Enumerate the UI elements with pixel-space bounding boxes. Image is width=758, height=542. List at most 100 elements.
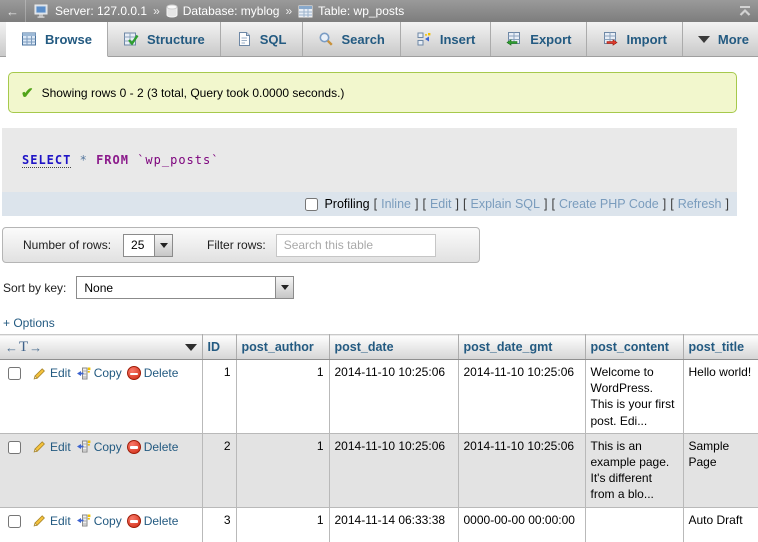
copy-icon	[76, 439, 91, 454]
column-header-post-content[interactable]: post_content	[585, 335, 683, 360]
column-header-post-date-gmt[interactable]: post_date_gmt	[458, 335, 585, 360]
delete-label: Delete	[144, 365, 179, 381]
cell-post-date: 2014-11-14 06:33:38	[329, 507, 458, 542]
copy-row-link[interactable]: Copy	[76, 365, 122, 381]
sort-row: Sort by key: None	[3, 276, 758, 299]
profiling-label: Profiling	[324, 197, 369, 211]
tab-insert[interactable]: Insert	[401, 22, 491, 56]
number-of-rows-value: 25	[124, 235, 154, 256]
cell-id: 3	[202, 507, 236, 542]
sql-table-identifier: `wp_posts`	[137, 153, 219, 167]
results-table: ← T → ID post_author post_date post_date…	[0, 334, 758, 542]
bracket: [	[463, 197, 466, 211]
tab-browse-label: Browse	[45, 32, 92, 47]
sort-by-key-value: None	[77, 277, 275, 298]
server-icon	[34, 4, 50, 18]
tab-export[interactable]: Export	[491, 22, 587, 56]
edit-row-link[interactable]: Edit	[32, 439, 71, 455]
breadcrumb-database[interactable]: Database: myblog	[166, 4, 280, 18]
tab-import[interactable]: Import	[587, 22, 682, 56]
cell-post-content	[585, 507, 683, 542]
profiling-checkbox[interactable]	[305, 198, 318, 211]
refresh-link[interactable]: Refresh	[678, 197, 722, 211]
cell-id: 1	[202, 360, 236, 434]
cell-post-date: 2014-11-10 10:25:06	[329, 360, 458, 434]
tab-browse[interactable]: Browse	[6, 22, 108, 57]
sort-by-key-select[interactable]: None	[76, 276, 294, 299]
delete-row-link[interactable]: Delete	[127, 365, 179, 381]
column-header-post-title[interactable]: post_title	[683, 335, 758, 360]
tab-search[interactable]: Search	[303, 22, 401, 56]
delete-label: Delete	[144, 513, 179, 529]
inline-link[interactable]: Inline	[381, 197, 411, 211]
number-of-rows-select[interactable]: 25	[123, 234, 173, 257]
sql-keyword-select[interactable]: SELECT	[22, 153, 71, 168]
explain-sql-link[interactable]: Explain SQL	[470, 197, 539, 211]
column-header-post-author[interactable]: post_author	[236, 335, 329, 360]
transform-icon: T	[19, 339, 28, 356]
move-column-left-icon[interactable]: ←	[5, 340, 18, 355]
edit-row-link[interactable]: Edit	[32, 513, 71, 529]
breadcrumb-server[interactable]: Server: 127.0.0.1	[34, 4, 147, 18]
cell-post-date-gmt: 2014-11-10 10:25:06	[458, 433, 585, 507]
tab-sql[interactable]: SQL	[221, 22, 303, 56]
import-icon	[602, 31, 618, 47]
number-of-rows-label: Number of rows:	[23, 238, 111, 252]
edit-label: Edit	[50, 439, 71, 455]
filter-rows-input[interactable]	[276, 234, 436, 257]
delete-label: Delete	[144, 439, 179, 455]
create-php-code-link[interactable]: Create PHP Code	[559, 197, 659, 211]
tab-more-label: More	[718, 32, 749, 47]
table-icon	[298, 5, 313, 18]
tab-import-label: Import	[626, 32, 666, 47]
cell-post-author: 1	[236, 433, 329, 507]
edit-query-link[interactable]: Edit	[430, 197, 452, 211]
bracket: [	[422, 197, 425, 211]
breadcrumb-database-label: Database: myblog	[183, 4, 280, 18]
row-checkbox[interactable]	[8, 441, 21, 454]
column-header-post-date[interactable]: post_date	[329, 335, 458, 360]
header-dropdown-icon[interactable]	[185, 344, 197, 351]
options-toggle-link[interactable]: + Options	[3, 316, 55, 330]
copy-row-link[interactable]: Copy	[76, 439, 122, 455]
search-icon	[318, 31, 334, 47]
delete-icon	[127, 514, 141, 528]
chevron-down-icon	[698, 36, 710, 43]
breadcrumb-table[interactable]: Table: wp_posts	[298, 4, 404, 18]
bracket: ]	[726, 197, 729, 211]
copy-label: Copy	[94, 513, 122, 529]
dropdown-arrow-icon	[154, 235, 172, 256]
tab-more[interactable]: More	[683, 22, 758, 56]
sql-keyword-from: FROM	[96, 153, 129, 167]
delete-row-link[interactable]: Delete	[127, 513, 179, 529]
filter-rows-label: Filter rows:	[207, 238, 266, 252]
edit-label: Edit	[50, 513, 71, 529]
edit-row-link[interactable]: Edit	[32, 365, 71, 381]
bracket: ]	[456, 197, 459, 211]
copy-row-link[interactable]: Copy	[76, 513, 122, 529]
cell-post-date-gmt: 0000-00-00 00:00:00	[458, 507, 585, 542]
copy-label: Copy	[94, 365, 122, 381]
pencil-icon	[32, 366, 47, 381]
row-checkbox[interactable]	[8, 515, 21, 528]
row-checkbox[interactable]	[8, 367, 21, 380]
delete-row-link[interactable]: Delete	[127, 439, 179, 455]
tab-sql-label: SQL	[260, 32, 287, 47]
delete-icon	[127, 366, 141, 380]
column-header-id[interactable]: ID	[202, 335, 236, 360]
bracket: ]	[663, 197, 666, 211]
table-header-row: ← T → ID post_author post_date post_date…	[0, 335, 758, 360]
rows-control-bar: Number of rows: 25 Filter rows:	[2, 227, 480, 263]
tab-search-label: Search	[342, 32, 385, 47]
dropdown-arrow-icon	[275, 277, 293, 298]
cell-post-content: Welcome to WordPress. This is your first…	[585, 360, 683, 434]
copy-label: Copy	[94, 439, 122, 455]
row-actions-cell: Edit Copy Delete	[0, 433, 202, 507]
collapse-panel-icon[interactable]	[738, 5, 752, 17]
move-column-right-icon[interactable]: →	[29, 340, 42, 355]
back-arrow-button[interactable]: ←	[0, 0, 26, 22]
delete-icon	[127, 440, 141, 454]
bracket: [	[670, 197, 673, 211]
row-actions-cell: Edit Copy Delete	[0, 360, 202, 434]
tab-structure[interactable]: Structure	[108, 22, 221, 56]
